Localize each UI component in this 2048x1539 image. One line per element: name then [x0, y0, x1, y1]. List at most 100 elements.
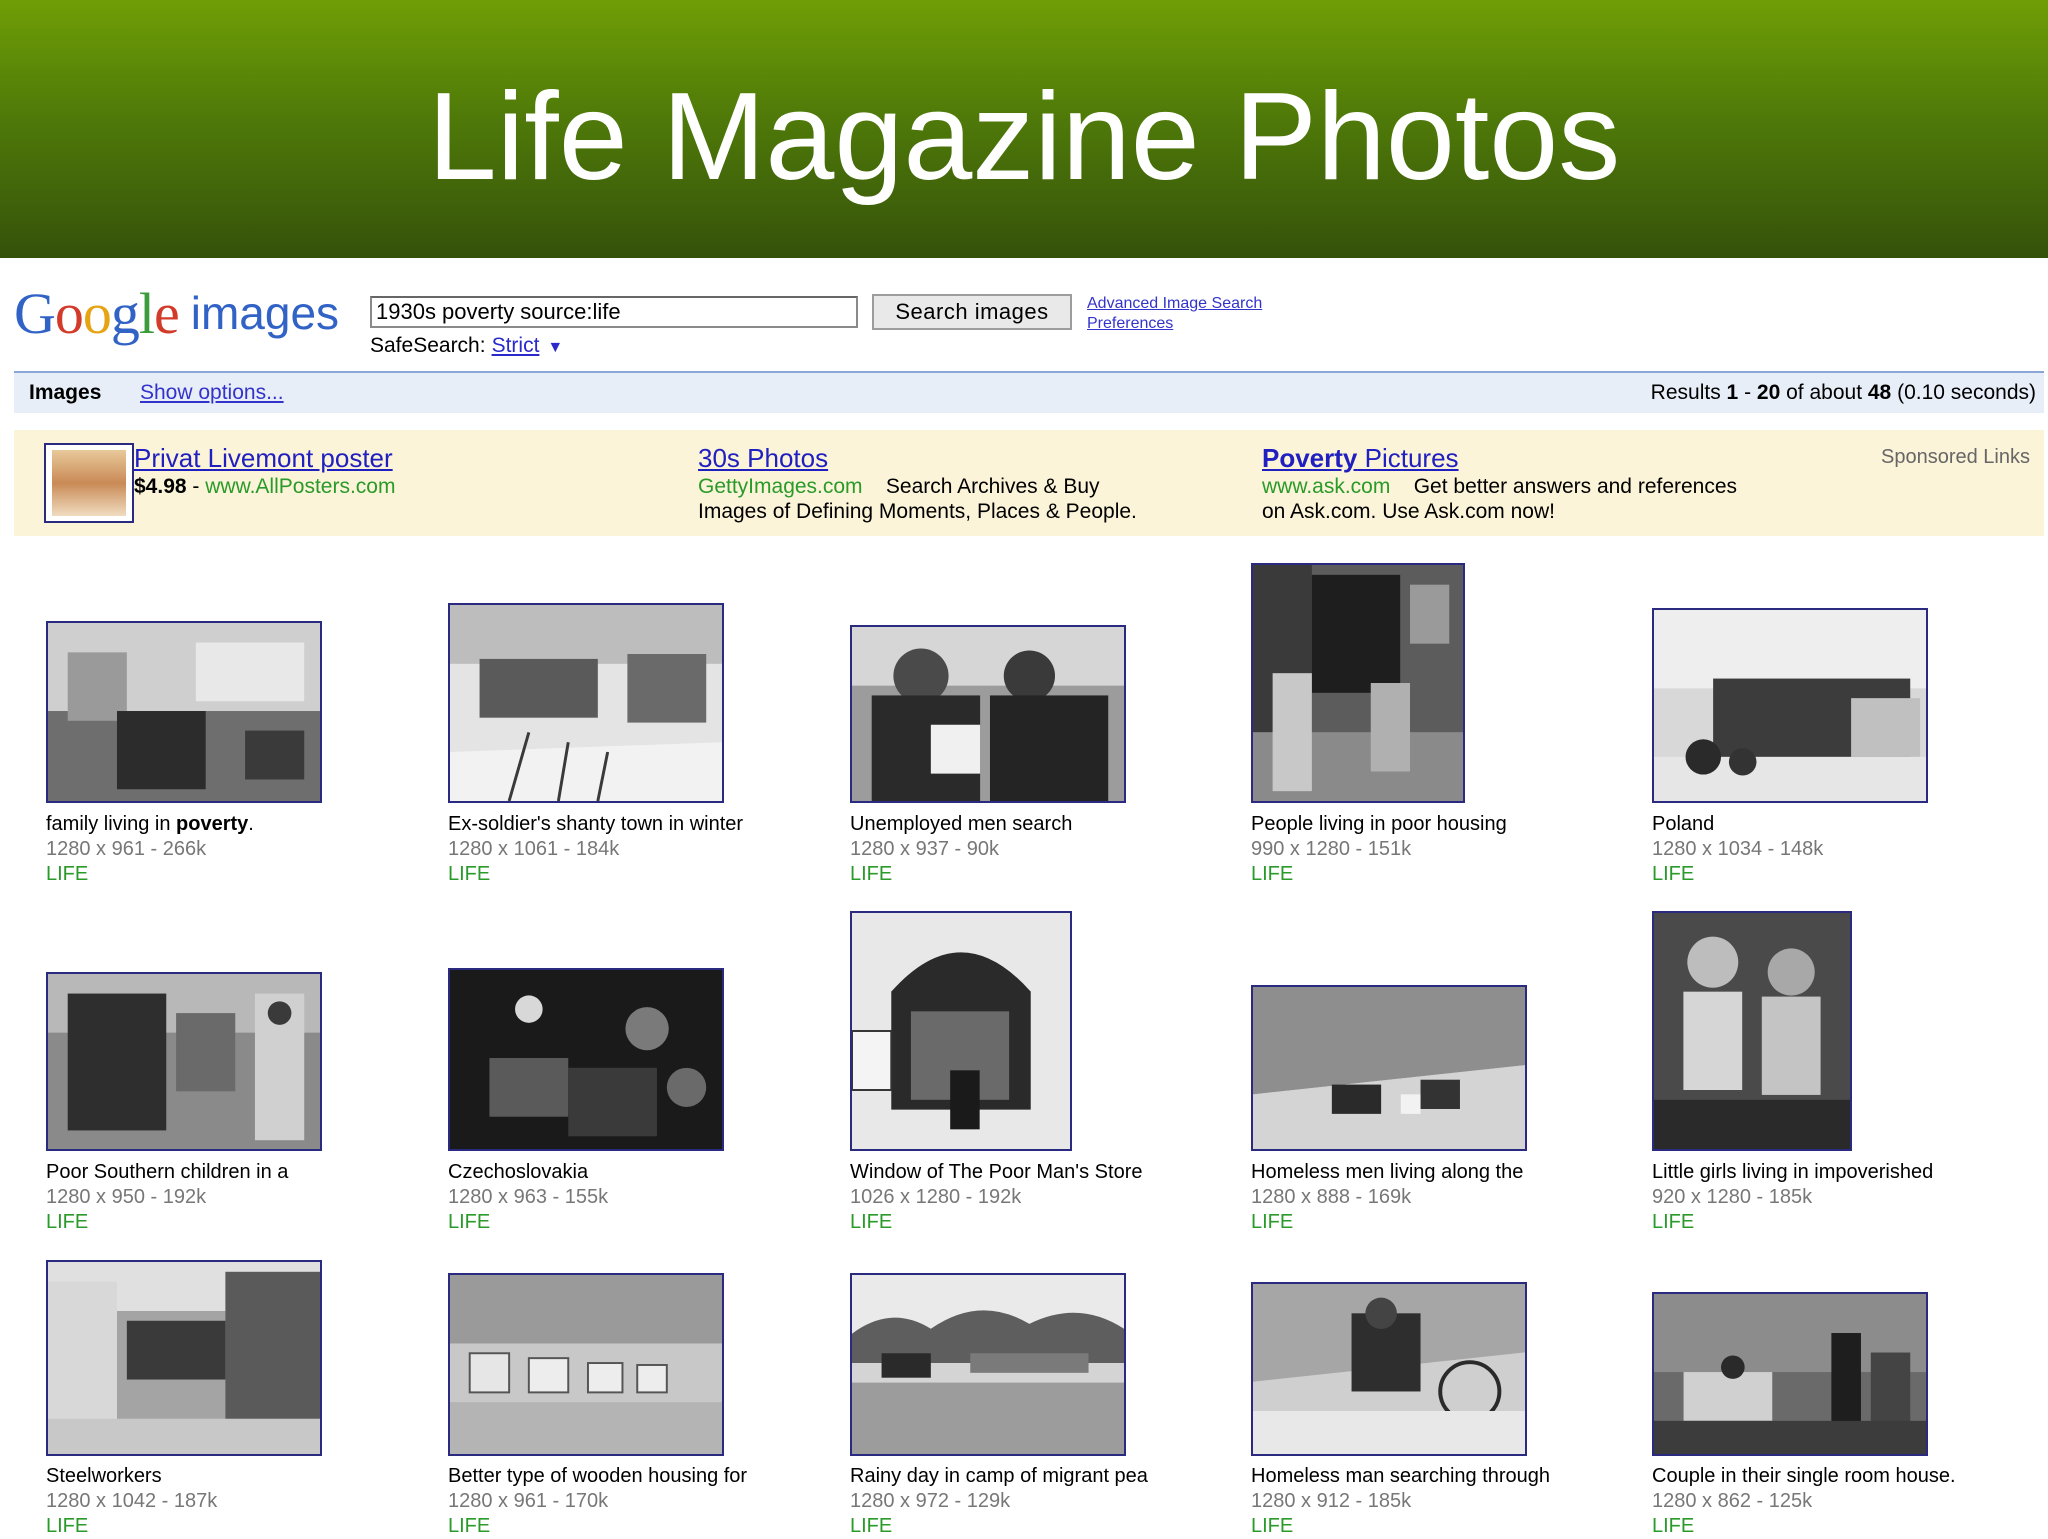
result-thumbnail[interactable]: [850, 1273, 1126, 1456]
result-title-link[interactable]: Homeless man searching through: [1251, 1464, 1550, 1489]
result-caption: Little girls living in impoverished 920 …: [1652, 1160, 1933, 1235]
result-caption: Steelworkers 1280 x 1042 - 187k LIFE: [46, 1464, 217, 1539]
result-dimensions: 1280 x 972 - 129k: [850, 1490, 1011, 1512]
result-caption: Czechoslovakia 1280 x 963 - 155k LIFE: [448, 1160, 608, 1235]
result-title-link[interactable]: Poland: [1652, 812, 1823, 837]
result-source: LIFE: [448, 863, 491, 885]
result-source: LIFE: [1652, 863, 1695, 885]
result-thumbnail[interactable]: [1251, 1282, 1527, 1456]
show-options-link[interactable]: Show options...: [140, 381, 284, 405]
result-dimensions: 1280 x 961 - 170k: [448, 1490, 609, 1512]
result-caption: Ex-soldier's shanty town in winter 1280 …: [448, 812, 743, 887]
result-thumbnail[interactable]: [1652, 608, 1928, 803]
result-thumbnail[interactable]: [850, 625, 1126, 803]
result-caption: Poor Southern children in a 1280 x 950 -…: [46, 1160, 288, 1235]
chevron-down-icon[interactable]: ▼: [547, 339, 563, 356]
result-dimensions: 1026 x 1280 - 192k: [850, 1186, 1022, 1208]
result-thumbnail[interactable]: [1652, 911, 1852, 1151]
result-thumbnail[interactable]: [448, 968, 724, 1151]
result-title-link[interactable]: Czechoslovakia: [448, 1160, 608, 1185]
result-thumbnail[interactable]: [46, 972, 322, 1151]
result-dimensions: 920 x 1280 - 185k: [1652, 1186, 1813, 1208]
result-title-link[interactable]: Better type of wooden housing for: [448, 1464, 747, 1489]
result-thumbnail[interactable]: [1251, 563, 1465, 803]
logo-images-word: images: [190, 287, 340, 339]
result-thumbnail[interactable]: [46, 621, 322, 803]
result-thumbnail[interactable]: [1251, 985, 1527, 1151]
result-thumbnail[interactable]: [850, 911, 1072, 1151]
result-title-link[interactable]: Ex-soldier's shanty town in winter: [448, 812, 743, 837]
ad-url[interactable]: GettyImages.com: [698, 475, 863, 498]
result-dimensions: 1280 x 963 - 155k: [448, 1186, 609, 1208]
result-caption: People living in poor housing 990 x 1280…: [1251, 812, 1507, 887]
search-images-button[interactable]: Search images: [872, 294, 1072, 330]
advanced-image-search-link[interactable]: Advanced Image Search: [1087, 294, 1262, 314]
ad-poster-thumbnail[interactable]: [44, 443, 134, 523]
result-source: LIFE: [850, 1211, 893, 1233]
result-source: LIFE: [46, 1515, 89, 1537]
result-title-link[interactable]: family living in poverty.: [46, 812, 254, 837]
ad-url[interactable]: www.ask.com: [1262, 475, 1390, 498]
result-thumbnail[interactable]: [1652, 1292, 1928, 1456]
result-caption: family living in poverty. 1280 x 961 - 2…: [46, 812, 254, 887]
result-caption: Window of The Poor Man's Store 1026 x 12…: [850, 1160, 1142, 1235]
result-title-link[interactable]: Rainy day in camp of migrant pea: [850, 1464, 1148, 1489]
result-title-link[interactable]: Homeless men living along the: [1251, 1160, 1523, 1185]
result-caption: Homeless man searching through 1280 x 91…: [1251, 1464, 1550, 1539]
result-source: LIFE: [1251, 1211, 1294, 1233]
result-dimensions: 1280 x 950 - 192k: [46, 1186, 207, 1208]
result-title-link[interactable]: Window of The Poor Man's Store: [850, 1160, 1142, 1185]
result-source: LIFE: [448, 1211, 491, 1233]
google-logo: Google: [14, 281, 180, 346]
result-source: LIFE: [1652, 1515, 1695, 1537]
ad-item: Privat Livemont poster $4.98 - www.AllPo…: [134, 442, 396, 498]
result-title-link[interactable]: Steelworkers: [46, 1464, 217, 1489]
result-source: LIFE: [46, 863, 89, 885]
ad-title-link[interactable]: Poverty Pictures: [1262, 442, 1737, 474]
results-count: Results 1 - 20 of about 48 (0.10 seconds…: [1650, 381, 2036, 404]
google-images-logo[interactable]: Google images: [14, 280, 339, 350]
result-caption: Rainy day in camp of migrant pea 1280 x …: [850, 1464, 1148, 1539]
ad-title-link[interactable]: Privat Livemont poster: [134, 442, 395, 474]
result-title-link[interactable]: Poor Southern children in a: [46, 1160, 288, 1185]
result-thumbnail[interactable]: [448, 603, 724, 803]
result-thumbnail[interactable]: [448, 1273, 724, 1456]
result-dimensions: 1280 x 1034 - 148k: [1652, 838, 1824, 860]
result-title-link[interactable]: People living in poor housing: [1251, 812, 1507, 837]
result-source: LIFE: [850, 1515, 893, 1537]
google-images-screenshot: Googleimages Search images Advanced Imag…: [0, 258, 2048, 1539]
result-caption: Homeless men living along the 1280 x 888…: [1251, 1160, 1523, 1235]
result-source: LIFE: [1251, 863, 1294, 885]
result-source: LIFE: [1652, 1211, 1695, 1233]
ad-item: 30s Photos GettyImages.com Search Archiv…: [698, 442, 1137, 523]
ad-title-link[interactable]: 30s Photos: [698, 442, 1137, 474]
ad-price: $4.98: [134, 475, 187, 498]
preferences-link[interactable]: Preferences: [1087, 314, 1262, 334]
ad-url[interactable]: www.AllPosters.com: [205, 475, 395, 498]
result-source: LIFE: [46, 1211, 89, 1233]
result-dimensions: 1280 x 888 - 169k: [1251, 1186, 1412, 1208]
result-title-link[interactable]: Unemployed men search: [850, 812, 1072, 837]
safesearch: SafeSearch: Strict ▼: [370, 334, 563, 358]
slide-title: Life Magazine Photos: [427, 68, 1621, 206]
result-dimensions: 1280 x 1061 - 184k: [448, 838, 620, 860]
slide-banner: Life Magazine Photos: [0, 0, 2048, 258]
result-dimensions: 1280 x 912 - 185k: [1251, 1490, 1412, 1512]
result-source: LIFE: [1251, 1515, 1294, 1537]
result-dimensions: 1280 x 961 - 266k: [46, 838, 207, 860]
result-dimensions: 1280 x 1042 - 187k: [46, 1490, 218, 1512]
search-input[interactable]: [370, 296, 858, 328]
result-title-link[interactable]: Couple in their single room house.: [1652, 1464, 1956, 1489]
result-thumbnail[interactable]: [46, 1260, 322, 1456]
sponsored-links-label: Sponsored Links: [1881, 446, 2030, 468]
result-caption: Couple in their single room house. 1280 …: [1652, 1464, 1956, 1539]
result-caption: Better type of wooden housing for 1280 x…: [448, 1464, 747, 1539]
safesearch-value-link[interactable]: Strict: [492, 334, 540, 357]
result-caption: Unemployed men search 1280 x 937 - 90k L…: [850, 812, 1072, 887]
results-bar: Images Show options... Results 1 - 20 of…: [14, 371, 2044, 413]
result-dimensions: 1280 x 937 - 90k: [850, 838, 999, 860]
result-caption: Poland 1280 x 1034 - 148k LIFE: [1652, 812, 1823, 887]
sponsored-ads: Privat Livemont poster $4.98 - www.AllPo…: [14, 430, 2044, 536]
result-dimensions: 990 x 1280 - 151k: [1251, 838, 1412, 860]
result-title-link[interactable]: Little girls living in impoverished: [1652, 1160, 1933, 1185]
